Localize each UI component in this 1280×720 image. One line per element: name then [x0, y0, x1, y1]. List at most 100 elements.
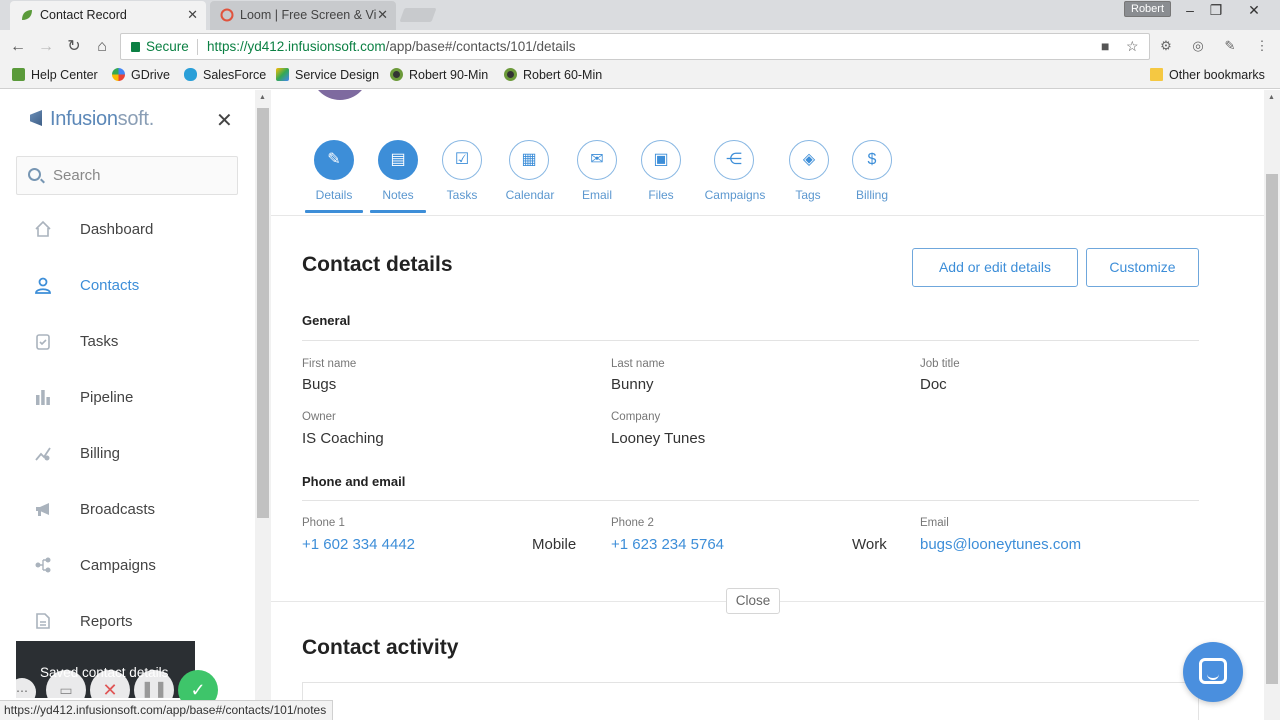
sidebar-search[interactable] — [16, 156, 238, 195]
extension-gear-icon[interactable]: ⚙ — [1158, 38, 1174, 54]
bookmark-help-center[interactable]: Help Center — [12, 68, 98, 82]
infusionsoft-logo[interactable]: Infusionsoft. — [30, 108, 154, 132]
sidebar-item-label: Broadcasts — [80, 501, 156, 518]
secure-label: Secure — [146, 39, 189, 54]
close-details-button[interactable]: Close — [726, 588, 780, 614]
cloud-icon — [184, 68, 197, 81]
add-edit-details-button[interactable]: Add or edit details — [912, 248, 1078, 287]
reload-icon[interactable]: ↻ — [63, 36, 85, 58]
chat-launcher-button[interactable] — [1183, 642, 1243, 702]
restore-icon[interactable]: ❐ — [1202, 0, 1230, 20]
browser-menu-icon[interactable]: ⋮ — [1254, 38, 1270, 54]
tab-underline — [370, 210, 426, 213]
tab-billing[interactable]: $ Billing — [832, 140, 912, 214]
phone2-link[interactable]: +1 623 234 5764 — [611, 536, 724, 553]
scroll-up-icon[interactable]: ▲ — [1268, 94, 1275, 101]
main-scrollbar[interactable]: ▲ — [1264, 90, 1280, 720]
bookmark-label: Robert 90-Min — [409, 68, 489, 82]
phone1-link[interactable]: +1 602 334 4442 — [302, 536, 415, 553]
bar-chart-icon — [36, 390, 50, 405]
divider — [302, 500, 1199, 501]
billing-icon — [35, 447, 51, 461]
contact-record-main: ✎ Details ▤ Notes ☑ Tasks ▦ Calendar ✉ E… — [271, 90, 1264, 720]
person-edit-icon: ✎ — [314, 140, 354, 180]
bookmark-salesforce[interactable]: SalesForce — [184, 68, 266, 82]
sidebar-item-billing[interactable]: Billing — [0, 434, 255, 474]
campaign-icon: ⋲ — [714, 140, 754, 180]
logo-text-soft: soft. — [117, 108, 155, 130]
company-value: Looney Tunes — [611, 430, 706, 447]
sidebar-item-reports[interactable]: Reports — [0, 602, 255, 642]
bookmark-robert-90[interactable]: Robert 90-Min — [390, 68, 488, 82]
other-bookmarks[interactable]: Other bookmarks — [1150, 68, 1265, 82]
scrollbar-thumb[interactable] — [257, 108, 269, 518]
logo-text: Infusion — [50, 108, 118, 130]
customize-button[interactable]: Customize — [1086, 248, 1199, 287]
first-name-value: Bugs — [302, 376, 337, 393]
contact-details-title: Contact details — [302, 253, 453, 276]
phone-email-section-title: Phone and email — [302, 474, 406, 489]
back-icon[interactable]: ← — [7, 36, 29, 58]
tab-title: Loom | Free Screen & Vi — [240, 8, 377, 22]
extension-spiral-icon[interactable]: ◎ — [1190, 38, 1206, 54]
calendar-icon: ▦ — [509, 140, 549, 180]
dollar-icon: $ — [852, 140, 892, 180]
close-tab-icon[interactable]: ✕ — [377, 1, 388, 29]
bookmark-label: Service Design — [295, 68, 380, 82]
phone2-type: Work — [852, 536, 887, 553]
sidebar-item-campaigns[interactable]: Campaigns — [0, 546, 255, 586]
profile-button[interactable]: Robert — [1124, 1, 1172, 17]
bookmark-gdrive[interactable]: GDrive — [112, 68, 170, 82]
extension-dropper-icon[interactable]: ✎ — [1222, 38, 1238, 54]
sidebar-item-label: Billing — [80, 445, 121, 462]
bookmark-service-design[interactable]: Service Design — [276, 68, 379, 82]
browser-tab-contact-record[interactable]: Contact Record ✕ — [10, 1, 206, 30]
minimize-icon[interactable]: – — [1176, 0, 1204, 20]
infusionsoft-leaf-icon — [22, 10, 32, 20]
bookmark-robert-60[interactable]: Robert 60-Min — [504, 68, 602, 82]
avatar[interactable] — [311, 90, 369, 100]
search-input[interactable] — [53, 157, 233, 194]
contact-activity-panel — [302, 682, 1199, 720]
home-icon[interactable]: ⌂ — [91, 36, 113, 58]
scrollbar-thumb[interactable] — [1266, 174, 1278, 684]
new-tab-button[interactable] — [399, 8, 437, 22]
person-icon — [35, 277, 51, 294]
camera-icon[interactable]: ■ — [1101, 34, 1109, 59]
sidebar-item-pipeline[interactable]: Pipeline — [0, 378, 255, 418]
forward-icon[interactable]: → — [35, 36, 57, 58]
notes-icon: ▤ — [378, 140, 418, 180]
tab-files[interactable]: ▣ Files — [621, 140, 701, 214]
sidebar-item-dashboard[interactable]: Dashboard — [0, 210, 255, 250]
sidebar-item-tasks[interactable]: Tasks — [0, 322, 255, 362]
tab-label: Files — [648, 188, 674, 202]
close-tab-icon[interactable]: ✕ — [187, 1, 198, 29]
report-icon — [36, 613, 50, 629]
email-link[interactable]: bugs@looneytunes.com — [920, 536, 1081, 553]
infusionsoft-logo-icon — [30, 110, 42, 126]
sidebar-item-contacts[interactable]: Contacts — [0, 266, 255, 306]
sidebar-item-label: Pipeline — [80, 389, 134, 406]
bookmark-label: SalesForce — [203, 68, 267, 82]
chat-icon — [1199, 658, 1227, 684]
email-label: Email — [920, 517, 949, 529]
contact-activity-title: Contact activity — [302, 636, 459, 659]
calendar-dot-icon — [504, 68, 517, 81]
megaphone-icon — [36, 503, 49, 516]
window-close-icon[interactable]: ✕ — [1240, 0, 1268, 20]
url-text: https://yd412.infusionsoft.com/app/base#… — [207, 34, 576, 59]
last-name-value: Bunny — [611, 376, 654, 393]
phone1-label: Phone 1 — [302, 517, 345, 529]
tab-campaigns[interactable]: ⋲ Campaigns — [695, 140, 775, 214]
phone1-type: Mobile — [532, 536, 577, 553]
close-sidebar-icon[interactable]: ✕ — [216, 108, 233, 133]
sidebar-scrollbar[interactable]: ▲ — [255, 90, 271, 720]
contact-tabs: ✎ Details ▤ Notes ☑ Tasks ▦ Calendar ✉ E… — [271, 130, 1264, 216]
bookmark-star-icon[interactable]: ☆ — [1126, 34, 1139, 59]
scroll-up-icon[interactable]: ▲ — [259, 94, 266, 101]
secure-indicator[interactable]: Secure — [131, 34, 189, 59]
sidebar-item-broadcasts[interactable]: Broadcasts — [0, 490, 255, 530]
address-bar[interactable]: Secure https://yd412.infusionsoft.com/ap… — [120, 33, 1150, 60]
browser-tab-loom[interactable]: Loom | Free Screen & Vi ✕ — [210, 1, 396, 30]
job-title-value: Doc — [920, 376, 947, 393]
